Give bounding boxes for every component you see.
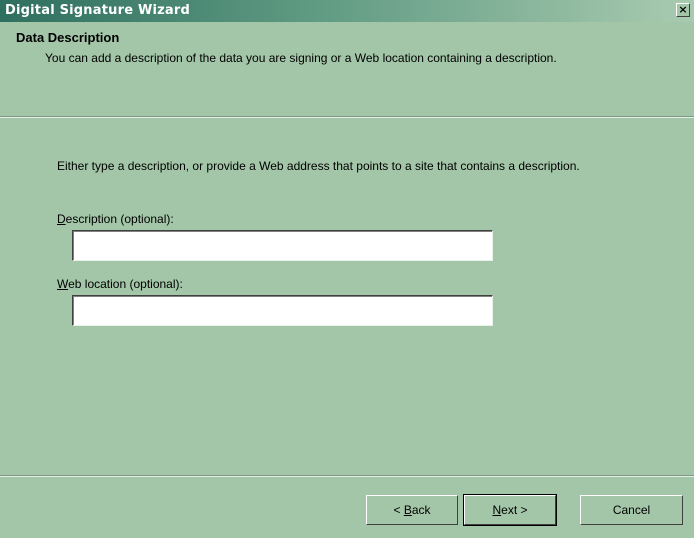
description-input[interactable] bbox=[72, 230, 493, 261]
next-button[interactable]: Next > bbox=[463, 494, 557, 526]
page-title: Data Description bbox=[16, 30, 120, 45]
web-location-label: Web location (optional): bbox=[57, 277, 183, 291]
back-button[interactable]: < Back bbox=[366, 495, 458, 525]
next-button-text: ext > bbox=[501, 503, 528, 517]
window-title: Digital Signature Wizard bbox=[5, 3, 191, 18]
description-label-text: escription (optional): bbox=[65, 212, 174, 226]
back-button-text: ack bbox=[411, 503, 431, 517]
intro-text: Either type a description, or provide a … bbox=[57, 159, 580, 173]
web-location-label-mnemonic: W bbox=[57, 277, 69, 291]
description-label-mnemonic: D bbox=[57, 212, 66, 226]
back-button-prefix: < bbox=[393, 503, 404, 517]
description-label: Description (optional): bbox=[57, 212, 174, 226]
header-separator bbox=[0, 116, 694, 118]
web-location-label-text: eb location (optional): bbox=[68, 277, 183, 291]
next-button-mnemonic: N bbox=[492, 503, 502, 517]
cancel-button[interactable]: Cancel bbox=[580, 495, 683, 525]
back-button-mnemonic: B bbox=[403, 503, 412, 517]
web-location-input[interactable] bbox=[72, 295, 493, 326]
close-button[interactable]: × bbox=[676, 3, 690, 17]
close-icon: × bbox=[678, 3, 688, 16]
title-bar: Digital Signature Wizard × bbox=[0, 0, 694, 22]
footer-separator bbox=[0, 475, 694, 477]
page-subtitle: You can add a description of the data yo… bbox=[45, 51, 557, 65]
